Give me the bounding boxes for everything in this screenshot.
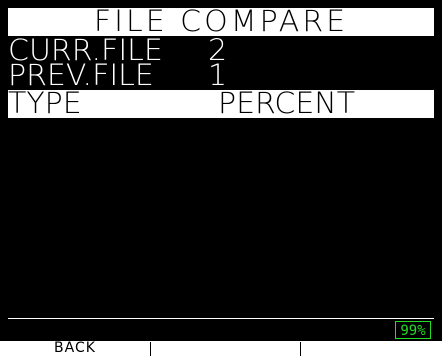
type-value: PERCENT xyxy=(218,86,356,121)
device-screen: FILE COMPARE CURR.FILE 2 PREV.FILE 1 TYP… xyxy=(0,0,442,356)
screen-title: FILE COMPARE xyxy=(93,4,349,39)
back-softkey[interactable]: BACK xyxy=(0,341,150,356)
softkey-3[interactable] xyxy=(300,341,442,356)
status-divider xyxy=(8,318,434,319)
type-row-selected[interactable]: TYPE PERCENT xyxy=(8,86,434,121)
title-bar: FILE COMPARE xyxy=(8,4,434,39)
type-label: TYPE xyxy=(8,86,82,121)
battery-indicator: 99% xyxy=(395,321,431,339)
softkey-2[interactable] xyxy=(150,341,300,356)
softkey-bar: BACK xyxy=(0,341,442,356)
